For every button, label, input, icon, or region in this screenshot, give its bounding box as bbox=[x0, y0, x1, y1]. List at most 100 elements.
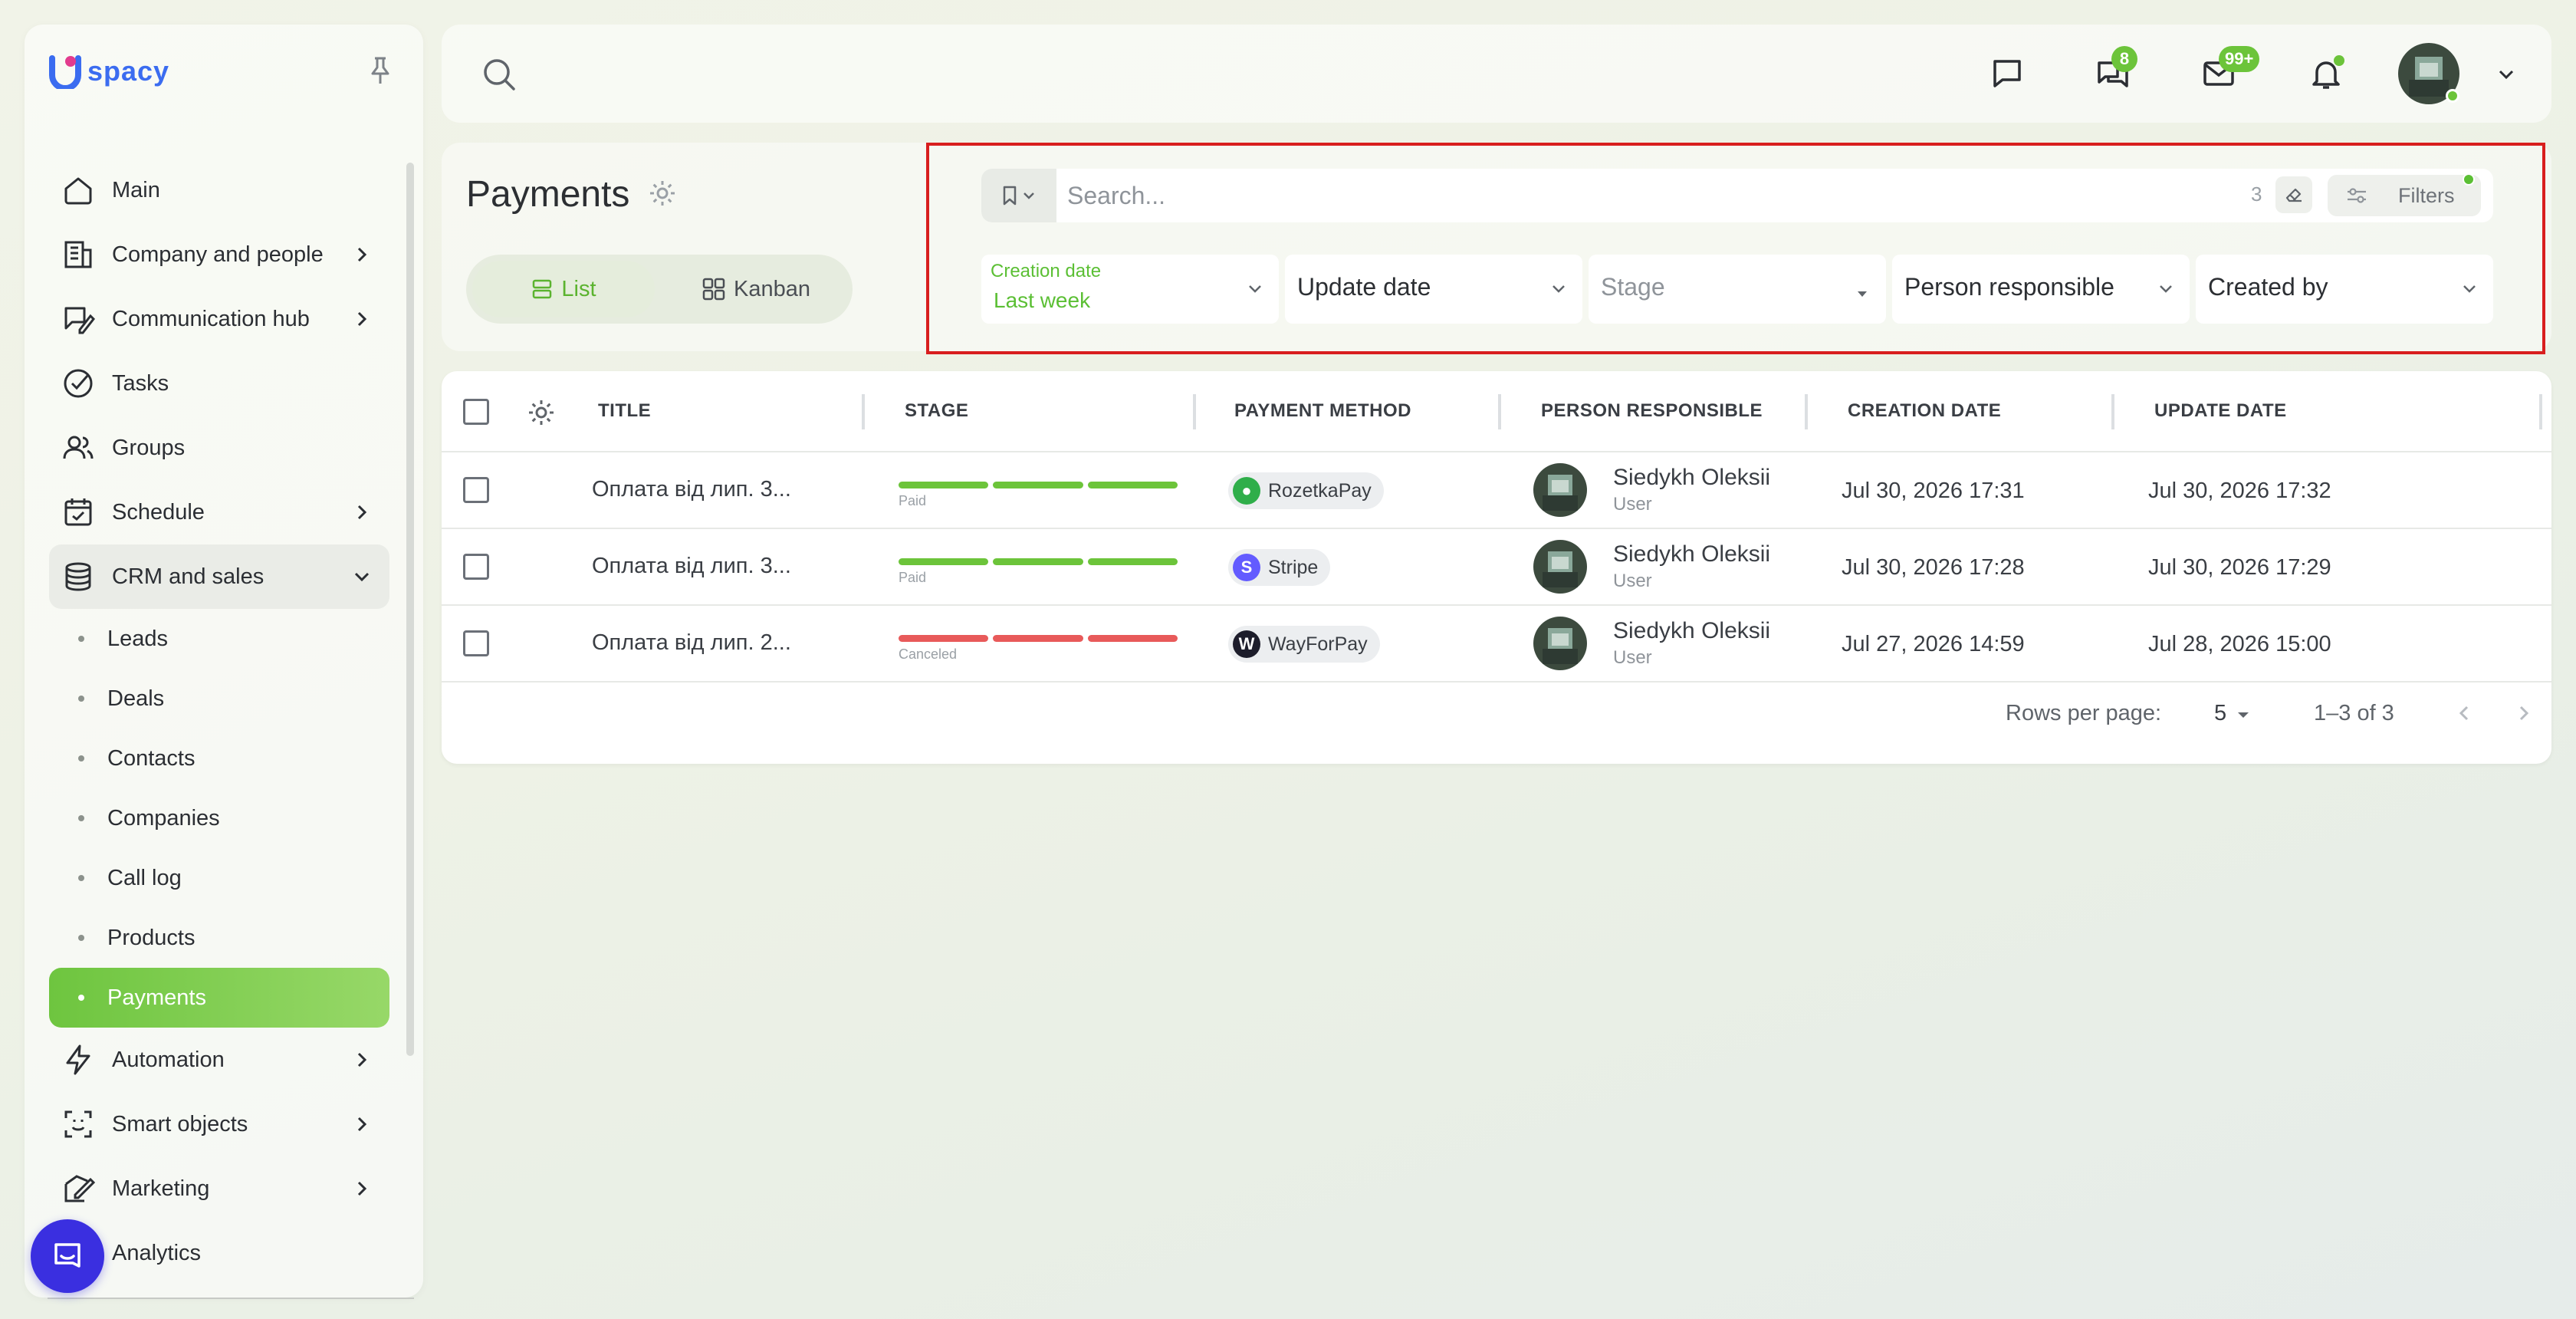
sidebar-subitem-leads[interactable]: Leads bbox=[49, 609, 389, 669]
kanban-view-button[interactable]: Kanban bbox=[665, 261, 846, 317]
settings-gear-icon[interactable] bbox=[647, 178, 678, 209]
table-row[interactable]: Оплата від лип. 3... Paid S Stripe Siedykh O… bbox=[442, 529, 2551, 606]
table-row[interactable]: Оплата від лип. 2... Canceled W WayForPay Si… bbox=[442, 606, 2551, 683]
sidebar-item-smart-objects[interactable]: Smart objects bbox=[49, 1092, 389, 1156]
created-by-filter[interactable]: Created by bbox=[2196, 255, 2493, 324]
search-input[interactable] bbox=[1067, 175, 2248, 216]
stage-progress[interactable]: Canceled bbox=[899, 635, 1178, 663]
bullet bbox=[78, 995, 84, 1001]
sidebar-subitem-call-log[interactable]: Call log bbox=[49, 848, 389, 908]
filters-button[interactable]: Filters bbox=[2328, 173, 2481, 216]
column-resizer[interactable] bbox=[1805, 394, 1808, 429]
payment-method-label: RozetkaPay bbox=[1268, 479, 1372, 502]
column-settings-icon[interactable] bbox=[526, 397, 557, 428]
search-icon[interactable] bbox=[480, 55, 520, 95]
stage-segment bbox=[993, 482, 1083, 488]
sidebar-subitem-products[interactable]: Products bbox=[49, 908, 389, 968]
sidebar-subitem-payments[interactable]: Payments bbox=[49, 968, 389, 1028]
database-icon bbox=[58, 557, 98, 597]
sidebar-subitem-companies[interactable]: Companies bbox=[49, 788, 389, 848]
logo-text: spacy bbox=[87, 55, 170, 87]
person-responsible[interactable]: Siedykh Oleksii User bbox=[1533, 463, 1770, 517]
column-header-title[interactable]: TITLE bbox=[598, 400, 651, 422]
creation-date-filter[interactable]: Creation date Last week bbox=[981, 255, 1279, 324]
sidebar-subitem-contacts[interactable]: Contacts bbox=[49, 729, 389, 788]
clear-filters-button[interactable] bbox=[2275, 176, 2312, 213]
pagination-range: 1–3 of 3 bbox=[2314, 701, 2394, 725]
update-date-filter[interactable]: Update date bbox=[1285, 255, 1582, 324]
stage-filter[interactable]: Stage bbox=[1589, 255, 1886, 324]
sidebar-item-company[interactable]: Company and people bbox=[49, 222, 389, 287]
chevron-left-icon[interactable] bbox=[2452, 701, 2476, 725]
update-date: Jul 30, 2026 17:32 bbox=[2148, 479, 2331, 503]
chevron-right-icon[interactable] bbox=[2512, 701, 2536, 725]
column-resizer[interactable] bbox=[862, 394, 865, 429]
sidebar-scrollbar[interactable] bbox=[406, 163, 414, 1056]
sidebar-item-communication[interactable]: Communication hub bbox=[49, 287, 389, 351]
row-checkbox[interactable] bbox=[463, 477, 489, 503]
building-icon bbox=[58, 235, 98, 275]
check-circle-icon bbox=[58, 363, 98, 403]
stage-progress[interactable]: Paid bbox=[899, 558, 1178, 586]
sidebar-item-groups[interactable]: Groups bbox=[49, 416, 389, 480]
creation-date-label: Creation date bbox=[991, 261, 1102, 281]
caret-down-icon[interactable] bbox=[2233, 704, 2254, 725]
bullet bbox=[78, 755, 84, 761]
column-header-creation-date[interactable]: CREATION DATE bbox=[1848, 400, 2001, 422]
sidebar-item-tasks[interactable]: Tasks bbox=[49, 351, 389, 416]
row-checkbox[interactable] bbox=[463, 630, 489, 656]
person-responsible[interactable]: Siedykh Oleksii User bbox=[1533, 617, 1770, 670]
pin-icon[interactable] bbox=[366, 55, 394, 86]
chats-button[interactable]: 8 bbox=[2090, 46, 2137, 97]
payments-table: TITLE STAGE PAYMENT METHOD PERSON RESPON… bbox=[442, 371, 2551, 764]
person-name: Siedykh Oleksii bbox=[1613, 465, 1771, 490]
chevron-right-icon bbox=[357, 1117, 367, 1132]
sidebar-item-crm[interactable]: CRM and sales bbox=[49, 544, 389, 609]
active-filter-dot bbox=[2463, 173, 2475, 186]
stage-label: Canceled bbox=[899, 646, 958, 662]
sidebar-subitem-label: Deals bbox=[107, 686, 165, 711]
messages-button[interactable] bbox=[1984, 51, 2030, 97]
top-bar: 8 99+ bbox=[442, 25, 2551, 123]
column-resizer[interactable] bbox=[2539, 394, 2542, 429]
mail-button[interactable]: 99+ bbox=[2196, 46, 2260, 97]
chevron-down-icon[interactable] bbox=[2495, 63, 2518, 86]
column-header-person-responsible[interactable]: PERSON RESPONSIBLE bbox=[1541, 400, 1763, 422]
select-all-checkbox[interactable] bbox=[463, 399, 489, 425]
saved-filters-button[interactable] bbox=[981, 169, 1056, 222]
stage-progress[interactable]: Paid bbox=[899, 482, 1178, 509]
column-header-payment-method[interactable]: PAYMENT METHOD bbox=[1234, 400, 1411, 422]
table-row[interactable]: Оплата від лип. 3... Paid ● RozetkaPay Siedy… bbox=[442, 452, 2551, 529]
support-chat-button[interactable] bbox=[31, 1219, 104, 1293]
sidebar-item-marketing[interactable]: Marketing bbox=[49, 1156, 389, 1221]
column-resizer[interactable] bbox=[1193, 394, 1196, 429]
list-view-button[interactable]: List bbox=[472, 261, 655, 317]
sidebar-item-label: Smart objects bbox=[112, 1111, 248, 1136]
column-resizer[interactable] bbox=[1498, 394, 1501, 429]
row-checkbox[interactable] bbox=[463, 554, 489, 580]
notifications-button[interactable] bbox=[2303, 51, 2349, 97]
person-responsible[interactable]: Siedykh Oleksii User bbox=[1533, 540, 1770, 594]
bullet bbox=[78, 696, 84, 702]
person-responsible-filter[interactable]: Person responsible bbox=[1892, 255, 2190, 324]
filters-label: Filters bbox=[2398, 183, 2455, 207]
payment-method-chip: S Stripe bbox=[1228, 549, 1331, 586]
payment-title[interactable]: Оплата від лип. 3... bbox=[592, 554, 791, 579]
logo[interactable]: spacy bbox=[48, 54, 169, 89]
column-resizer[interactable] bbox=[2111, 394, 2114, 429]
filter-count: 3 bbox=[2251, 183, 2262, 206]
column-header-stage[interactable]: STAGE bbox=[905, 400, 968, 422]
column-header-update-date[interactable]: UPDATE DATE bbox=[2154, 400, 2287, 422]
payment-title[interactable]: Оплата від лип. 3... bbox=[592, 477, 791, 502]
payment-provider-icon: ● bbox=[1233, 477, 1260, 505]
sidebar-item-main[interactable]: Main bbox=[49, 158, 389, 222]
sidebar-item-automation[interactable]: Automation bbox=[49, 1028, 389, 1092]
payment-method-label: WayForPay bbox=[1268, 633, 1368, 655]
sidebar-subitem-deals[interactable]: Deals bbox=[49, 669, 389, 729]
rows-per-page-select[interactable]: 5 bbox=[2214, 701, 2226, 726]
stage-segment bbox=[1087, 482, 1178, 488]
payment-title[interactable]: Оплата від лип. 2... bbox=[592, 630, 791, 656]
sidebar-item-label: CRM and sales bbox=[112, 564, 264, 589]
chevron-right-icon bbox=[357, 505, 367, 520]
sidebar-item-schedule[interactable]: Schedule bbox=[49, 480, 389, 544]
